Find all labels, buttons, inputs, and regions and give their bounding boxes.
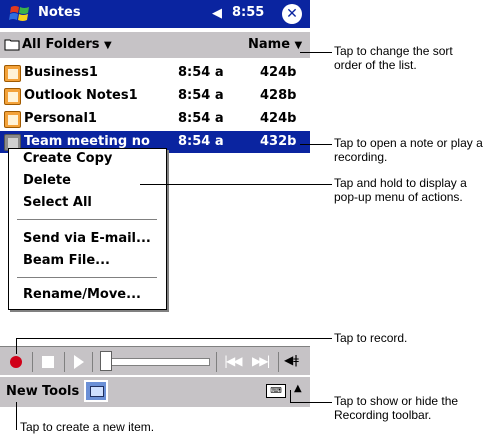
play-button[interactable] [74, 355, 84, 369]
stop-button[interactable] [42, 356, 54, 368]
callout-record: Tap to record. [334, 331, 408, 345]
callout-create: Tap to create a new item. [20, 420, 155, 434]
list-item[interactable]: Personal1 8:54 a 424b [0, 108, 310, 130]
close-button[interactable]: ✕ [282, 4, 302, 24]
callout-line [140, 184, 332, 185]
skip-back-icon[interactable]: |◀◀ [224, 354, 242, 368]
speaker-icon[interactable]: ◀ [212, 6, 222, 21]
menu-divider [17, 219, 157, 220]
new-button[interactable]: New [6, 384, 38, 399]
chevron-up-icon[interactable]: ▲ [294, 383, 302, 394]
note-size: 424b [260, 111, 297, 126]
note-time: 8:54 a [178, 88, 224, 103]
menu-divider [17, 277, 157, 278]
slider-thumb[interactable] [100, 351, 112, 371]
note-time: 8:54 a [178, 65, 224, 80]
divider [92, 352, 93, 372]
divider [278, 352, 279, 372]
callout-toggle: Tap to show or hide the Recording toolba… [334, 394, 459, 422]
callout-line [16, 338, 17, 354]
note-time: 8:54 a [178, 111, 224, 126]
callout-line [16, 402, 17, 430]
keyboard-icon[interactable]: ⌨ [266, 384, 286, 398]
menu-item-beam-file[interactable]: Beam File... [23, 253, 110, 268]
note-name: Personal1 [24, 111, 97, 126]
menu-item-delete[interactable]: Delete [23, 173, 71, 188]
callout-line [290, 402, 332, 403]
notes-app: Notes ◀ 8:55 ✕ All Folders ▼ Name ▼ Busi… [0, 0, 312, 408]
note-size: 432b [260, 134, 297, 149]
note-size: 428b [260, 88, 297, 103]
position-slider[interactable] [100, 358, 210, 366]
chevron-down-icon: ▼ [294, 40, 303, 51]
list-item[interactable]: Outlook Notes1 8:54 a 428b [0, 85, 310, 107]
chevron-down-icon: ▼ [104, 40, 112, 51]
note-name: Business1 [24, 65, 98, 80]
context-menu: Create Copy Delete Select All Send via E… [8, 148, 167, 310]
note-icon [4, 88, 21, 105]
note-icon [4, 65, 21, 82]
menu-bar: New Tools ⌨ ▲ [0, 376, 310, 407]
callout-line [300, 144, 332, 145]
folder-icon [4, 39, 20, 51]
menu-item-create-copy[interactable]: Create Copy [23, 151, 112, 166]
volume-icon[interactable]: ◀ǂ [284, 353, 299, 367]
menu-item-select-all[interactable]: Select All [23, 195, 92, 210]
note-size: 424b [260, 65, 297, 80]
callout-line [300, 52, 332, 53]
recording-toolbar-toggle-icon[interactable] [84, 380, 108, 402]
note-name: Outlook Notes1 [24, 88, 138, 103]
windows-start-icon[interactable] [8, 3, 32, 25]
callout-hold: Tap and hold to display a pop-up menu of… [334, 176, 467, 204]
sort-label: Name [248, 37, 291, 52]
folder-label: All Folders [22, 37, 100, 52]
folder-dropdown[interactable]: All Folders ▼ [22, 37, 112, 52]
menu-item-send-email[interactable]: Send via E-mail... [23, 231, 151, 246]
record-button[interactable] [10, 356, 22, 368]
note-icon [4, 111, 21, 128]
callout-line [290, 390, 291, 402]
note-name: Team meeting no [24, 134, 150, 149]
divider [32, 352, 33, 372]
menu-item-rename-move[interactable]: Rename/Move... [23, 287, 141, 302]
tools-menu[interactable]: Tools [42, 384, 79, 399]
sort-dropdown[interactable]: Name ▼ [248, 37, 302, 52]
app-title: Notes [38, 5, 81, 20]
list-item[interactable]: Business1 8:54 a 424b [0, 62, 310, 84]
callout-sort: Tap to change the sort order of the list… [334, 44, 453, 72]
divider [64, 352, 65, 372]
title-bar: Notes ◀ 8:55 ✕ [0, 0, 310, 28]
divider [216, 352, 217, 372]
skip-forward-icon[interactable]: ▶▶| [252, 354, 270, 368]
callout-open: Tap to open a note or play a recording. [334, 136, 483, 164]
note-time: 8:54 a [178, 134, 224, 149]
clock[interactable]: 8:55 [232, 5, 264, 20]
callout-line [16, 338, 332, 339]
recording-toolbar: |◀◀ ▶▶| ◀ǂ [0, 346, 310, 375]
folder-bar: All Folders ▼ Name ▼ [0, 32, 310, 58]
